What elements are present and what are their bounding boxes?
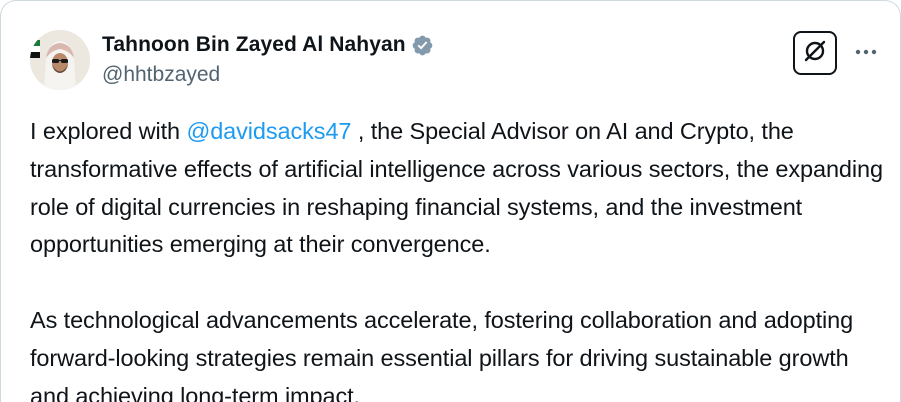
tweet-paragraph-2: As technological advancements accelerate… — [30, 306, 854, 402]
author-display-name[interactable]: Tahnoon Bin Zayed Al Nahyan — [102, 33, 406, 57]
grok-button[interactable] — [793, 31, 837, 75]
grok-icon — [802, 38, 828, 69]
avatar[interactable] — [30, 30, 90, 90]
tweet-text: I explored with @davidsacks47 , the Spec… — [30, 113, 890, 402]
more-horizontal-icon — [854, 43, 878, 61]
tweet-card: Tahnoon Bin Zayed Al Nahyan @hhtbzayed I… — [0, 0, 901, 402]
more-options-button[interactable] — [849, 39, 883, 65]
author-handle[interactable]: @hhtbzayed — [102, 63, 220, 87]
tweet-text-before-mention: I explored with — [30, 118, 187, 144]
verified-badge-icon[interactable] — [411, 34, 434, 57]
author-name-row[interactable]: Tahnoon Bin Zayed Al Nahyan — [102, 33, 434, 57]
tweet-paragraph-1: I explored with @davidsacks47 , the Spec… — [30, 113, 890, 264]
avatar-image — [30, 30, 90, 90]
mention-link[interactable]: @davidsacks47 — [186, 118, 351, 144]
